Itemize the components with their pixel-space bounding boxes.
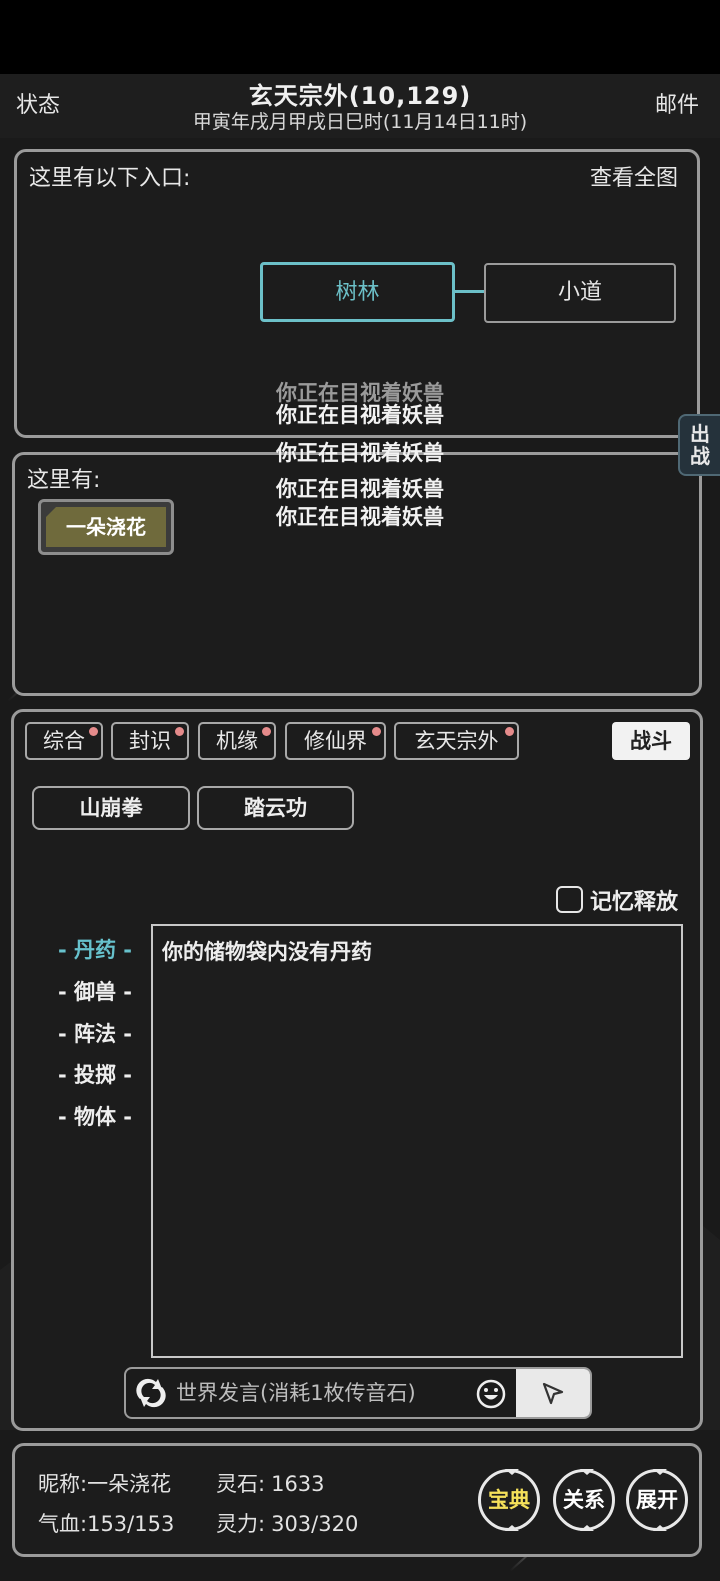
relations-button[interactable]: 关系 — [553, 1469, 615, 1531]
inventory-box — [151, 924, 683, 1358]
entrance-link-line — [455, 290, 485, 293]
category-throwing[interactable]: - 投掷 - — [30, 1059, 160, 1089]
nickname-row: 昵称:一朵浇花 — [38, 1468, 171, 1498]
nickname-label: 昵称: — [38, 1472, 88, 1496]
hp-row: 气血:153/153 — [38, 1508, 174, 1538]
notification-dot — [262, 727, 271, 736]
hp-label: 气血: — [38, 1512, 88, 1536]
memory-release-label: 记忆释放 — [590, 890, 679, 915]
game-datetime: 甲寅年戌月甲戌日巳时(11月14日11时) — [192, 111, 528, 133]
notification-message: 你正在目视着妖兽 — [276, 505, 444, 529]
notification-dot — [175, 727, 184, 736]
inventory-empty-message: 你的储物袋内没有丹药 — [162, 940, 372, 964]
notification-dot — [505, 727, 514, 736]
battle-side-tab[interactable]: 出 战 — [678, 414, 720, 476]
tab-label: 机缘 — [216, 729, 258, 753]
notification-message: 你正在目视着妖兽 — [276, 403, 444, 427]
notification-message: 你正在目视着妖兽 — [276, 441, 444, 465]
status-bar-area — [0, 0, 720, 74]
tab-general[interactable]: 综合 — [25, 722, 103, 760]
category-formations[interactable]: - 阵法 - — [30, 1018, 160, 1048]
side-tab-label-bottom: 战 — [690, 444, 710, 468]
fight-button[interactable]: 战斗 — [612, 722, 690, 760]
tab-label: 综合 — [43, 729, 85, 753]
refresh-channel-icon[interactable] — [134, 1377, 168, 1409]
notification-dot — [372, 727, 381, 736]
mana-label: 灵力: — [216, 1512, 266, 1536]
spirit-stone-label: 灵石: — [216, 1472, 266, 1496]
expand-button[interactable]: 展开 — [626, 1469, 688, 1531]
send-button[interactable] — [516, 1369, 590, 1417]
tab-cultivation-world[interactable]: 修仙界 — [285, 722, 386, 760]
spirit-stone-value: 1633 — [271, 1472, 325, 1496]
side-tab-label-top: 出 — [690, 422, 710, 446]
category-pills[interactable]: - 丹药 - — [30, 934, 160, 964]
view-map-button[interactable]: 查看全图 — [590, 160, 678, 192]
entrance-node-forest[interactable]: 树林 — [260, 262, 455, 322]
mana-row: 灵力: 303/320 — [216, 1508, 358, 1538]
hp-value: 153/153 — [87, 1512, 175, 1536]
location-title: 玄天宗外(10,129) — [248, 82, 472, 110]
cursor-send-icon — [542, 1382, 564, 1405]
emoji-icon[interactable] — [476, 1379, 506, 1409]
entrance-node-path[interactable]: 小道 — [484, 263, 676, 323]
category-objects[interactable]: - 物体 - — [30, 1101, 160, 1131]
spirit-stone-row: 灵石: 1633 — [216, 1468, 325, 1498]
tab-label: 玄天宗外 — [414, 729, 499, 753]
skill-button[interactable]: 踏云功 — [197, 786, 354, 830]
treasure-book-button[interactable]: 宝典 — [478, 1469, 540, 1531]
notification-dot — [89, 727, 98, 736]
tab-seal[interactable]: 封识 — [111, 722, 189, 760]
tab-fortune[interactable]: 机缘 — [198, 722, 276, 760]
tab-local-area[interactable]: 玄天宗外 — [394, 722, 519, 760]
entrances-label: 这里有以下入口: — [29, 166, 191, 191]
mana-value: 303/320 — [271, 1512, 359, 1536]
memory-release-checkbox[interactable] — [556, 886, 583, 913]
category-beasts[interactable]: - 御兽 - — [30, 976, 160, 1006]
nickname-value: 一朵浇花 — [87, 1472, 172, 1496]
tab-label: 修仙界 — [304, 729, 367, 753]
chat-bar — [124, 1367, 592, 1419]
chat-input[interactable] — [176, 1369, 476, 1417]
notification-message: 你正在目视着妖兽 — [276, 477, 444, 501]
skill-button[interactable]: 山崩拳 — [32, 786, 190, 830]
tab-label: 封识 — [129, 729, 171, 753]
